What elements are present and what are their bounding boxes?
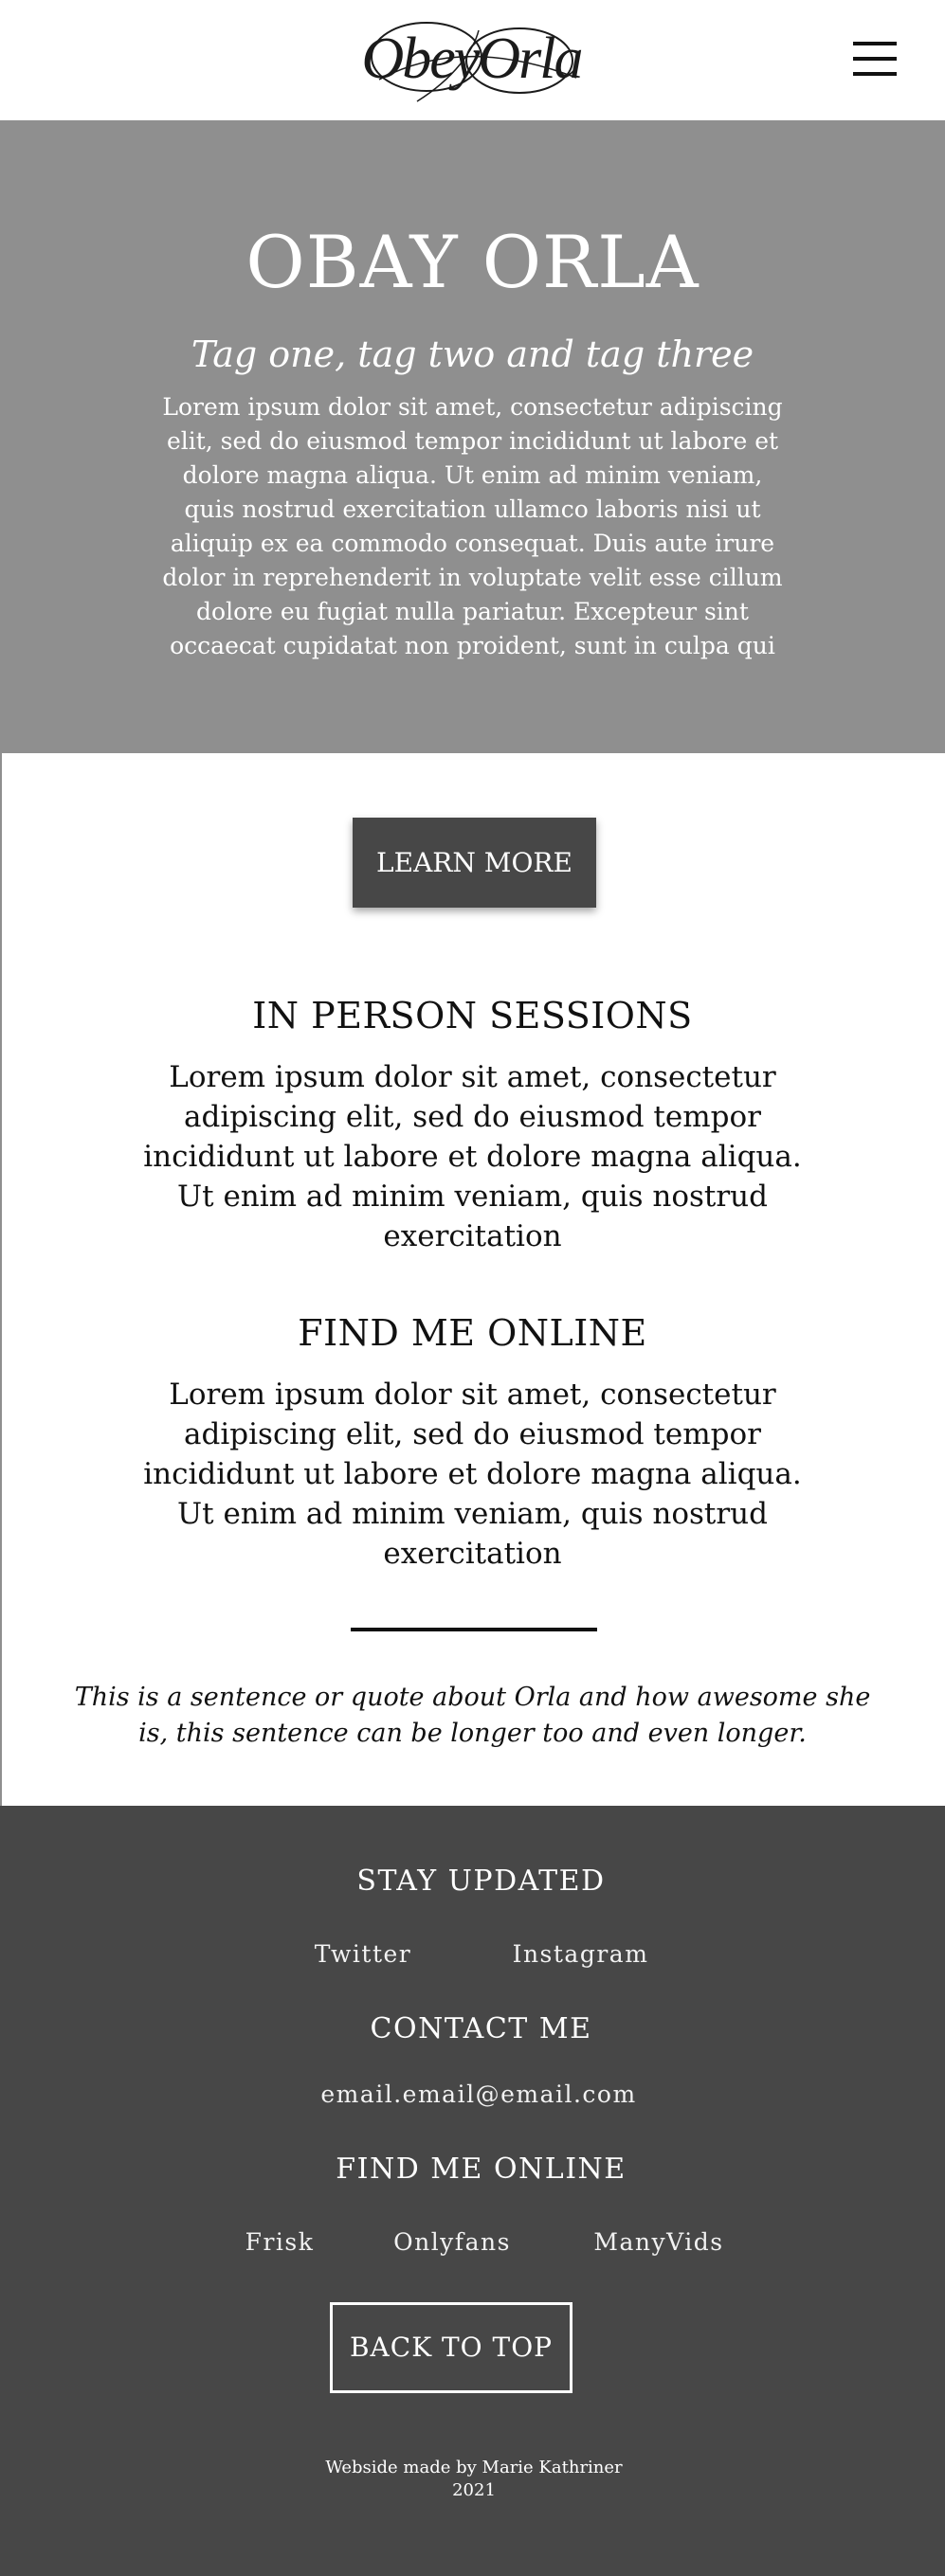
hero-title: OBAY ORLA (245, 220, 700, 304)
online-text: Lorem ipsum dolor sit amet, consectetur … (143, 1378, 802, 1571)
menu-bar (853, 72, 897, 76)
content-left-border (0, 753, 2, 1806)
logo-text: ObeyOrla (361, 27, 584, 91)
stay-updated-title: STAY UPDATED (356, 1864, 606, 1898)
site-logo[interactable]: ObeyOrla (360, 11, 583, 111)
back-to-top-button[interactable]: BACK TO TOP (330, 2302, 572, 2393)
email-link[interactable]: email.email@email.com (284, 2079, 673, 2111)
hero-description: Lorem ipsum dolor sit amet, consectetur … (162, 393, 783, 659)
hamburger-menu-icon[interactable] (853, 42, 897, 76)
site-header: ObeyOrla (0, 0, 945, 120)
learn-more-button[interactable]: LEARN MORE (353, 818, 596, 908)
manyvids-link[interactable]: ManyVids (588, 2226, 730, 2259)
online-title: FIND ME ONLINE (298, 1312, 647, 1354)
sessions-text: Lorem ipsum dolor sit amet, consectetur … (143, 1060, 802, 1253)
frisk-link[interactable]: Frisk (232, 2226, 327, 2259)
quote-text: This is a sentence or quote about Orla a… (74, 1683, 871, 1748)
instagram-link[interactable]: Instagram (507, 1938, 654, 1971)
hero-tags: Tag one, tag two and tag three (191, 333, 754, 375)
menu-bar (853, 57, 897, 61)
hero-section: OBAY ORLA Tag one, tag two and tag three… (0, 120, 945, 753)
contact-title: CONTACT ME (370, 2012, 592, 2045)
credit-year: 2021 (452, 2480, 496, 2500)
sessions-title: IN PERSON SESSIONS (252, 995, 693, 1036)
footer-online-title: FIND ME ONLINE (336, 2153, 627, 2186)
onlyfans-link[interactable]: Onlyfans (386, 2226, 518, 2259)
credit-line: Webside made by Marie Kathriner (325, 2458, 623, 2477)
twitter-link[interactable]: Twitter (301, 1938, 425, 1971)
menu-bar (853, 42, 897, 45)
section-divider (351, 1628, 597, 1631)
